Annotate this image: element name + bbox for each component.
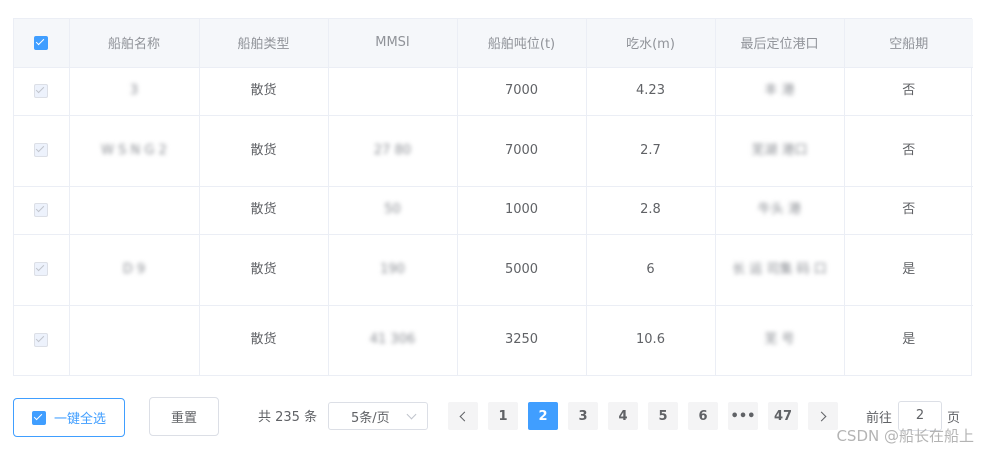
page-size-select[interactable]: 5条/页 <box>328 402 428 430</box>
table-row[interactable]: 散货 41 306 3250 10.6 芜 号 是 <box>14 305 973 375</box>
header-checkbox-cell[interactable] <box>14 19 70 68</box>
col-draft[interactable]: 吃水(m) <box>586 19 716 68</box>
mmsi-cell: 190 <box>328 234 458 306</box>
page-button-2[interactable]: 2 <box>528 402 558 430</box>
last-port-cell: 芜湖 港口 <box>715 115 845 187</box>
empty-period-cell: 否 <box>844 115 973 187</box>
tonnage-cell: 1000 <box>457 186 587 235</box>
row-checkbox[interactable] <box>34 143 49 157</box>
row-checkbox[interactable] <box>34 262 49 276</box>
draft-cell: 2.8 <box>586 186 716 235</box>
ship-name-cell: 3 <box>69 67 200 116</box>
row-checkbox[interactable] <box>34 202 49 217</box>
mmsi-cell <box>328 67 458 116</box>
draft-cell: 2.7 <box>586 115 716 187</box>
select-all-label: 一键全选 <box>53 412 106 427</box>
checkbox-checked-icon <box>31 410 46 425</box>
mmsi-cell: 27 80 <box>328 115 458 187</box>
last-port-cell: 长 运 司集 码 口 <box>715 234 845 306</box>
goto-suffix: 页 <box>947 411 961 426</box>
col-tonnage[interactable]: 船舶吨位(t) <box>457 19 587 68</box>
ship-name-cell <box>69 186 200 235</box>
page-button-6[interactable]: 6 <box>688 402 718 430</box>
draft-cell: 10.6 <box>586 305 716 375</box>
total-count: 共 235 条 <box>258 410 318 425</box>
table-header-row: 船舶名称 船舶类型 MMSI 船舶吨位(t) 吃水(m) 最后定位港口 空船期 <box>14 19 973 68</box>
chevron-down-icon <box>406 409 417 420</box>
watermark: CSDN @船长在船上 <box>836 427 974 445</box>
goto-label: 前往 <box>866 411 893 426</box>
page-button-47[interactable]: 47 <box>768 402 798 430</box>
ship-table: 船舶名称 船舶类型 MMSI 船舶吨位(t) 吃水(m) 最后定位港口 空船期 … <box>13 18 973 376</box>
mmsi-cell: 50 <box>328 186 458 235</box>
mmsi-cell: 41 306 <box>328 305 458 375</box>
col-ship-name[interactable]: 船舶名称 <box>69 19 200 68</box>
reset-button[interactable]: 重置 <box>149 397 219 436</box>
ship-type-cell: 散货 <box>199 305 329 375</box>
tonnage-cell: 3250 <box>457 305 587 375</box>
page-size-value: 5条/页 <box>351 410 390 426</box>
ship-type-cell: 散货 <box>199 67 329 116</box>
tonnage-cell: 5000 <box>457 234 587 306</box>
last-port-cell: 芜 号 <box>715 305 845 375</box>
page-button-5[interactable]: 5 <box>648 402 678 430</box>
ship-name-cell <box>69 305 200 375</box>
table-row[interactable]: 3 散货 7000 4.23 丰 港 否 <box>14 67 973 116</box>
empty-period-cell: 否 <box>844 186 973 235</box>
prev-page-button[interactable] <box>448 402 478 430</box>
last-port-cell: 牛头 港 <box>715 186 845 235</box>
draft-cell: 4.23 <box>586 67 716 116</box>
chevron-right-icon <box>816 411 827 421</box>
page-button-4[interactable]: 4 <box>608 402 638 430</box>
next-page-button[interactable] <box>808 402 838 430</box>
empty-period-cell: 是 <box>844 234 973 306</box>
ship-type-cell: 散货 <box>199 186 329 235</box>
empty-period-cell: 是 <box>902 332 916 348</box>
ship-name-cell: D 9 <box>69 234 200 306</box>
last-port-cell: 丰 港 <box>715 67 845 116</box>
draft-cell: 6 <box>586 234 716 306</box>
page-button-3[interactable]: 3 <box>568 402 598 430</box>
col-last-port[interactable]: 最后定位港口 <box>715 19 845 68</box>
tonnage-cell: 7000 <box>457 67 587 116</box>
more-pages-button[interactable]: ••• <box>728 402 758 430</box>
ship-name-cell: W S N G 2 <box>69 115 200 187</box>
table-row[interactable]: 散货 50 1000 2.8 牛头 港 否 <box>14 186 973 235</box>
col-empty-period[interactable]: 空船期 <box>844 19 973 68</box>
row-checkbox[interactable] <box>34 83 49 98</box>
select-all-checkbox[interactable] <box>34 35 49 50</box>
select-all-button[interactable]: 一键全选 <box>13 398 125 437</box>
table-row[interactable]: W S N G 2 散货 27 80 7000 2.7 芜湖 港口 否 <box>14 115 973 187</box>
chevron-left-icon <box>459 411 470 421</box>
row-checkbox[interactable] <box>34 332 49 347</box>
page-button-1[interactable]: 1 <box>488 402 518 430</box>
tonnage-cell: 7000 <box>457 115 587 187</box>
table-row[interactable]: D 9 散货 190 5000 6 长 运 司集 码 口 是 <box>14 234 973 306</box>
ship-type-cell: 散货 <box>199 234 329 306</box>
col-mmsi[interactable]: MMSI <box>328 19 458 68</box>
col-ship-type[interactable]: 船舶类型 <box>199 19 329 68</box>
empty-period-cell: 否 <box>844 67 973 116</box>
ship-type-cell: 散货 <box>199 115 329 187</box>
